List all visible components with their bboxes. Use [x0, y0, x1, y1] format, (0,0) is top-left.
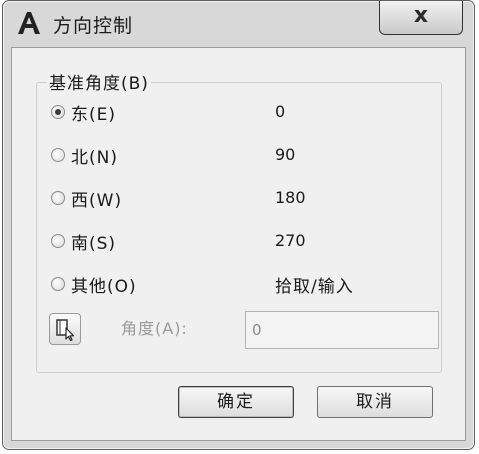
radio-north-label: 北(N) [71, 147, 118, 168]
ok-button[interactable]: 确定 [178, 386, 294, 418]
north-angle-value: 90 [275, 145, 296, 164]
south-angle-value: 270 [275, 231, 306, 250]
base-angle-group: 基准角度(B) 东(E) 0 北(N) 90 西(W) 180 南(S) 270… [36, 69, 442, 373]
radio-north-indicator[interactable] [51, 148, 65, 162]
radio-west-indicator[interactable] [51, 191, 65, 205]
radio-east-label: 东(E) [71, 104, 117, 125]
east-angle-value: 0 [275, 102, 286, 121]
group-title: 基准角度(B) [47, 69, 151, 94]
angle-input[interactable]: 0 [245, 311, 439, 349]
pick-angle-button[interactable] [49, 313, 81, 345]
titlebar: 方向控制 x [3, 1, 474, 47]
autocad-a-icon [18, 12, 40, 34]
cancel-button[interactable]: 取消 [317, 386, 433, 418]
angle-label: 角度(A): [121, 319, 188, 338]
radio-south-label: 南(S) [71, 233, 117, 254]
radio-other[interactable]: 其他(O) [51, 272, 137, 297]
west-angle-value: 180 [275, 188, 306, 207]
radio-other-label: 其他(O) [71, 276, 137, 297]
dialog-body: 基准角度(B) 东(E) 0 北(N) 90 西(W) 180 南(S) 270… [11, 47, 466, 441]
radio-east-indicator[interactable] [51, 105, 65, 119]
radio-other-indicator[interactable] [51, 277, 65, 291]
radio-west-label: 西(W) [71, 190, 123, 211]
radio-south-indicator[interactable] [51, 234, 65, 248]
radio-south[interactable]: 南(S) [51, 229, 117, 254]
radio-east[interactable]: 东(E) [51, 100, 117, 125]
window-title: 方向控制 [53, 15, 134, 37]
radio-north[interactable]: 北(N) [51, 143, 118, 168]
pick-point-cursor-icon [56, 319, 75, 342]
close-icon: x [413, 3, 429, 28]
direction-control-dialog: 方向控制 x 基准角度(B) 东(E) 0 北(N) 90 西(W) 180 南… [2, 0, 475, 450]
radio-west[interactable]: 西(W) [51, 186, 123, 211]
pick-input-label: 拾取/输入 [275, 277, 354, 297]
close-button[interactable]: x [379, 1, 463, 35]
